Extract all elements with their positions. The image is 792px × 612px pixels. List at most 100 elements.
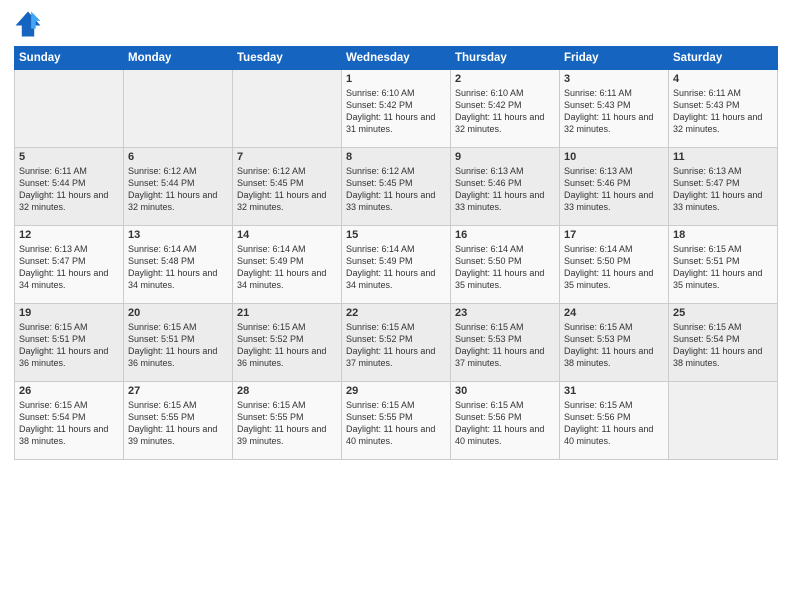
- day-info: Sunrise: 6:15 AM Sunset: 5:55 PM Dayligh…: [346, 399, 446, 448]
- day-number: 20: [128, 307, 228, 319]
- day-number: 18: [673, 229, 773, 241]
- day-number: 31: [564, 385, 664, 397]
- day-number: 10: [564, 151, 664, 163]
- day-info: Sunrise: 6:13 AM Sunset: 5:46 PM Dayligh…: [564, 165, 664, 214]
- day-cell: [15, 70, 124, 148]
- day-info: Sunrise: 6:15 AM Sunset: 5:53 PM Dayligh…: [455, 321, 555, 370]
- day-info: Sunrise: 6:14 AM Sunset: 5:50 PM Dayligh…: [455, 243, 555, 292]
- day-cell: 26 Sunrise: 6:15 AM Sunset: 5:54 PM Dayli…: [15, 382, 124, 460]
- day-cell: 9 Sunrise: 6:13 AM Sunset: 5:46 PM Daylig…: [451, 148, 560, 226]
- day-cell: 18 Sunrise: 6:15 AM Sunset: 5:51 PM Dayli…: [669, 226, 778, 304]
- day-cell: [124, 70, 233, 148]
- day-cell: 19 Sunrise: 6:15 AM Sunset: 5:51 PM Dayli…: [15, 304, 124, 382]
- week-row-4: 26 Sunrise: 6:15 AM Sunset: 5:54 PM Dayli…: [15, 382, 778, 460]
- day-cell: 14 Sunrise: 6:14 AM Sunset: 5:49 PM Dayli…: [233, 226, 342, 304]
- day-number: 28: [237, 385, 337, 397]
- day-cell: 16 Sunrise: 6:14 AM Sunset: 5:50 PM Dayli…: [451, 226, 560, 304]
- day-info: Sunrise: 6:10 AM Sunset: 5:42 PM Dayligh…: [346, 87, 446, 136]
- day-info: Sunrise: 6:15 AM Sunset: 5:56 PM Dayligh…: [455, 399, 555, 448]
- header-cell-friday: Friday: [560, 47, 669, 70]
- day-number: 30: [455, 385, 555, 397]
- header-cell-saturday: Saturday: [669, 47, 778, 70]
- day-cell: 22 Sunrise: 6:15 AM Sunset: 5:52 PM Dayli…: [342, 304, 451, 382]
- logo-icon: [14, 10, 42, 38]
- day-info: Sunrise: 6:10 AM Sunset: 5:42 PM Dayligh…: [455, 87, 555, 136]
- day-info: Sunrise: 6:11 AM Sunset: 5:44 PM Dayligh…: [19, 165, 119, 214]
- week-row-2: 12 Sunrise: 6:13 AM Sunset: 5:47 PM Dayli…: [15, 226, 778, 304]
- day-cell: 11Sunrise: 6:13 AM Sunset: 5:47 PM Dayli…: [669, 148, 778, 226]
- day-number: 23: [455, 307, 555, 319]
- calendar: SundayMondayTuesdayWednesdayThursdayFrid…: [14, 46, 778, 460]
- day-number: 29: [346, 385, 446, 397]
- day-number: 2: [455, 73, 555, 85]
- week-row-3: 19 Sunrise: 6:15 AM Sunset: 5:51 PM Dayli…: [15, 304, 778, 382]
- day-info: Sunrise: 6:15 AM Sunset: 5:51 PM Dayligh…: [19, 321, 119, 370]
- day-info: Sunrise: 6:11 AM Sunset: 5:43 PM Dayligh…: [564, 87, 664, 136]
- day-cell: 8Sunrise: 6:12 AM Sunset: 5:45 PM Daylig…: [342, 148, 451, 226]
- day-cell: 2 Sunrise: 6:10 AM Sunset: 5:42 PM Daylig…: [451, 70, 560, 148]
- day-number: 17: [564, 229, 664, 241]
- day-info: Sunrise: 6:15 AM Sunset: 5:53 PM Dayligh…: [564, 321, 664, 370]
- page: SundayMondayTuesdayWednesdayThursdayFrid…: [0, 0, 792, 612]
- day-number: 9: [455, 151, 555, 163]
- day-info: Sunrise: 6:14 AM Sunset: 5:48 PM Dayligh…: [128, 243, 228, 292]
- day-cell: [669, 382, 778, 460]
- day-number: 19: [19, 307, 119, 319]
- day-number: 22: [346, 307, 446, 319]
- day-cell: 1 Sunrise: 6:10 AM Sunset: 5:42 PM Daylig…: [342, 70, 451, 148]
- day-cell: 31 Sunrise: 6:15 AM Sunset: 5:56 PM Dayli…: [560, 382, 669, 460]
- day-info: Sunrise: 6:14 AM Sunset: 5:49 PM Dayligh…: [237, 243, 337, 292]
- day-info: Sunrise: 6:15 AM Sunset: 5:52 PM Dayligh…: [346, 321, 446, 370]
- day-cell: 17Sunrise: 6:14 AM Sunset: 5:50 PM Dayli…: [560, 226, 669, 304]
- day-number: 25: [673, 307, 773, 319]
- day-number: 1: [346, 73, 446, 85]
- day-cell: 20 Sunrise: 6:15 AM Sunset: 5:51 PM Dayli…: [124, 304, 233, 382]
- day-number: 16: [455, 229, 555, 241]
- day-cell: 21Sunrise: 6:15 AM Sunset: 5:52 PM Dayli…: [233, 304, 342, 382]
- day-info: Sunrise: 6:15 AM Sunset: 5:51 PM Dayligh…: [673, 243, 773, 292]
- logo: [14, 10, 46, 38]
- day-number: 6: [128, 151, 228, 163]
- day-cell: 7Sunrise: 6:12 AM Sunset: 5:45 PM Daylig…: [233, 148, 342, 226]
- header-cell-thursday: Thursday: [451, 47, 560, 70]
- header-cell-monday: Monday: [124, 47, 233, 70]
- day-cell: 29 Sunrise: 6:15 AM Sunset: 5:55 PM Dayli…: [342, 382, 451, 460]
- header-cell-wednesday: Wednesday: [342, 47, 451, 70]
- day-cell: 4 Sunrise: 6:11 AM Sunset: 5:43 PM Daylig…: [669, 70, 778, 148]
- day-cell: 24Sunrise: 6:15 AM Sunset: 5:53 PM Dayli…: [560, 304, 669, 382]
- day-cell: [233, 70, 342, 148]
- day-number: 12: [19, 229, 119, 241]
- day-number: 5: [19, 151, 119, 163]
- day-cell: 30 Sunrise: 6:15 AM Sunset: 5:56 PM Dayli…: [451, 382, 560, 460]
- day-info: Sunrise: 6:12 AM Sunset: 5:44 PM Dayligh…: [128, 165, 228, 214]
- day-info: Sunrise: 6:14 AM Sunset: 5:49 PM Dayligh…: [346, 243, 446, 292]
- day-number: 13: [128, 229, 228, 241]
- day-cell: 12 Sunrise: 6:13 AM Sunset: 5:47 PM Dayli…: [15, 226, 124, 304]
- day-info: Sunrise: 6:15 AM Sunset: 5:52 PM Dayligh…: [237, 321, 337, 370]
- day-cell: 25Sunrise: 6:15 AM Sunset: 5:54 PM Dayli…: [669, 304, 778, 382]
- day-info: Sunrise: 6:12 AM Sunset: 5:45 PM Dayligh…: [237, 165, 337, 214]
- day-info: Sunrise: 6:15 AM Sunset: 5:56 PM Dayligh…: [564, 399, 664, 448]
- header-cell-tuesday: Tuesday: [233, 47, 342, 70]
- day-cell: 27 Sunrise: 6:15 AM Sunset: 5:55 PM Dayli…: [124, 382, 233, 460]
- day-cell: 5 Sunrise: 6:11 AM Sunset: 5:44 PM Daylig…: [15, 148, 124, 226]
- day-number: 26: [19, 385, 119, 397]
- day-info: Sunrise: 6:11 AM Sunset: 5:43 PM Dayligh…: [673, 87, 773, 136]
- day-info: Sunrise: 6:13 AM Sunset: 5:47 PM Dayligh…: [19, 243, 119, 292]
- day-cell: 23 Sunrise: 6:15 AM Sunset: 5:53 PM Dayli…: [451, 304, 560, 382]
- day-cell: 3Sunrise: 6:11 AM Sunset: 5:43 PM Daylig…: [560, 70, 669, 148]
- day-number: 27: [128, 385, 228, 397]
- day-info: Sunrise: 6:15 AM Sunset: 5:54 PM Dayligh…: [19, 399, 119, 448]
- day-number: 14: [237, 229, 337, 241]
- day-info: Sunrise: 6:12 AM Sunset: 5:45 PM Dayligh…: [346, 165, 446, 214]
- day-info: Sunrise: 6:15 AM Sunset: 5:51 PM Dayligh…: [128, 321, 228, 370]
- day-info: Sunrise: 6:15 AM Sunset: 5:55 PM Dayligh…: [128, 399, 228, 448]
- day-number: 4: [673, 73, 773, 85]
- week-row-0: 1 Sunrise: 6:10 AM Sunset: 5:42 PM Daylig…: [15, 70, 778, 148]
- day-info: Sunrise: 6:13 AM Sunset: 5:46 PM Dayligh…: [455, 165, 555, 214]
- day-cell: 10 Sunrise: 6:13 AM Sunset: 5:46 PM Dayli…: [560, 148, 669, 226]
- day-number: 11: [673, 151, 773, 163]
- day-number: 15: [346, 229, 446, 241]
- day-cell: 15 Sunrise: 6:14 AM Sunset: 5:49 PM Dayli…: [342, 226, 451, 304]
- day-cell: 13 Sunrise: 6:14 AM Sunset: 5:48 PM Dayli…: [124, 226, 233, 304]
